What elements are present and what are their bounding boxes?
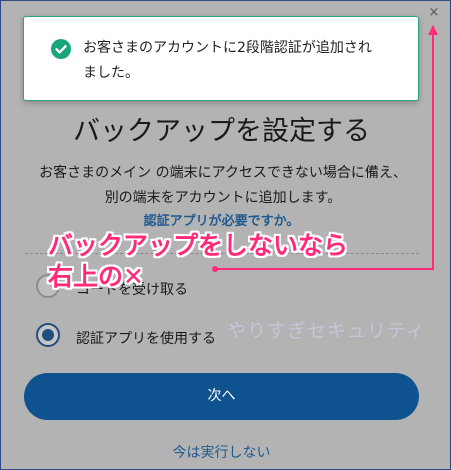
dialog-frame: お客さまのアカウントに2段階認証が追加され ました。 × バックアップを設定する… — [0, 0, 451, 470]
annotation-line2: 右上の✕ — [48, 262, 144, 291]
annotation-line1: バックアップをしないなら — [48, 231, 349, 260]
